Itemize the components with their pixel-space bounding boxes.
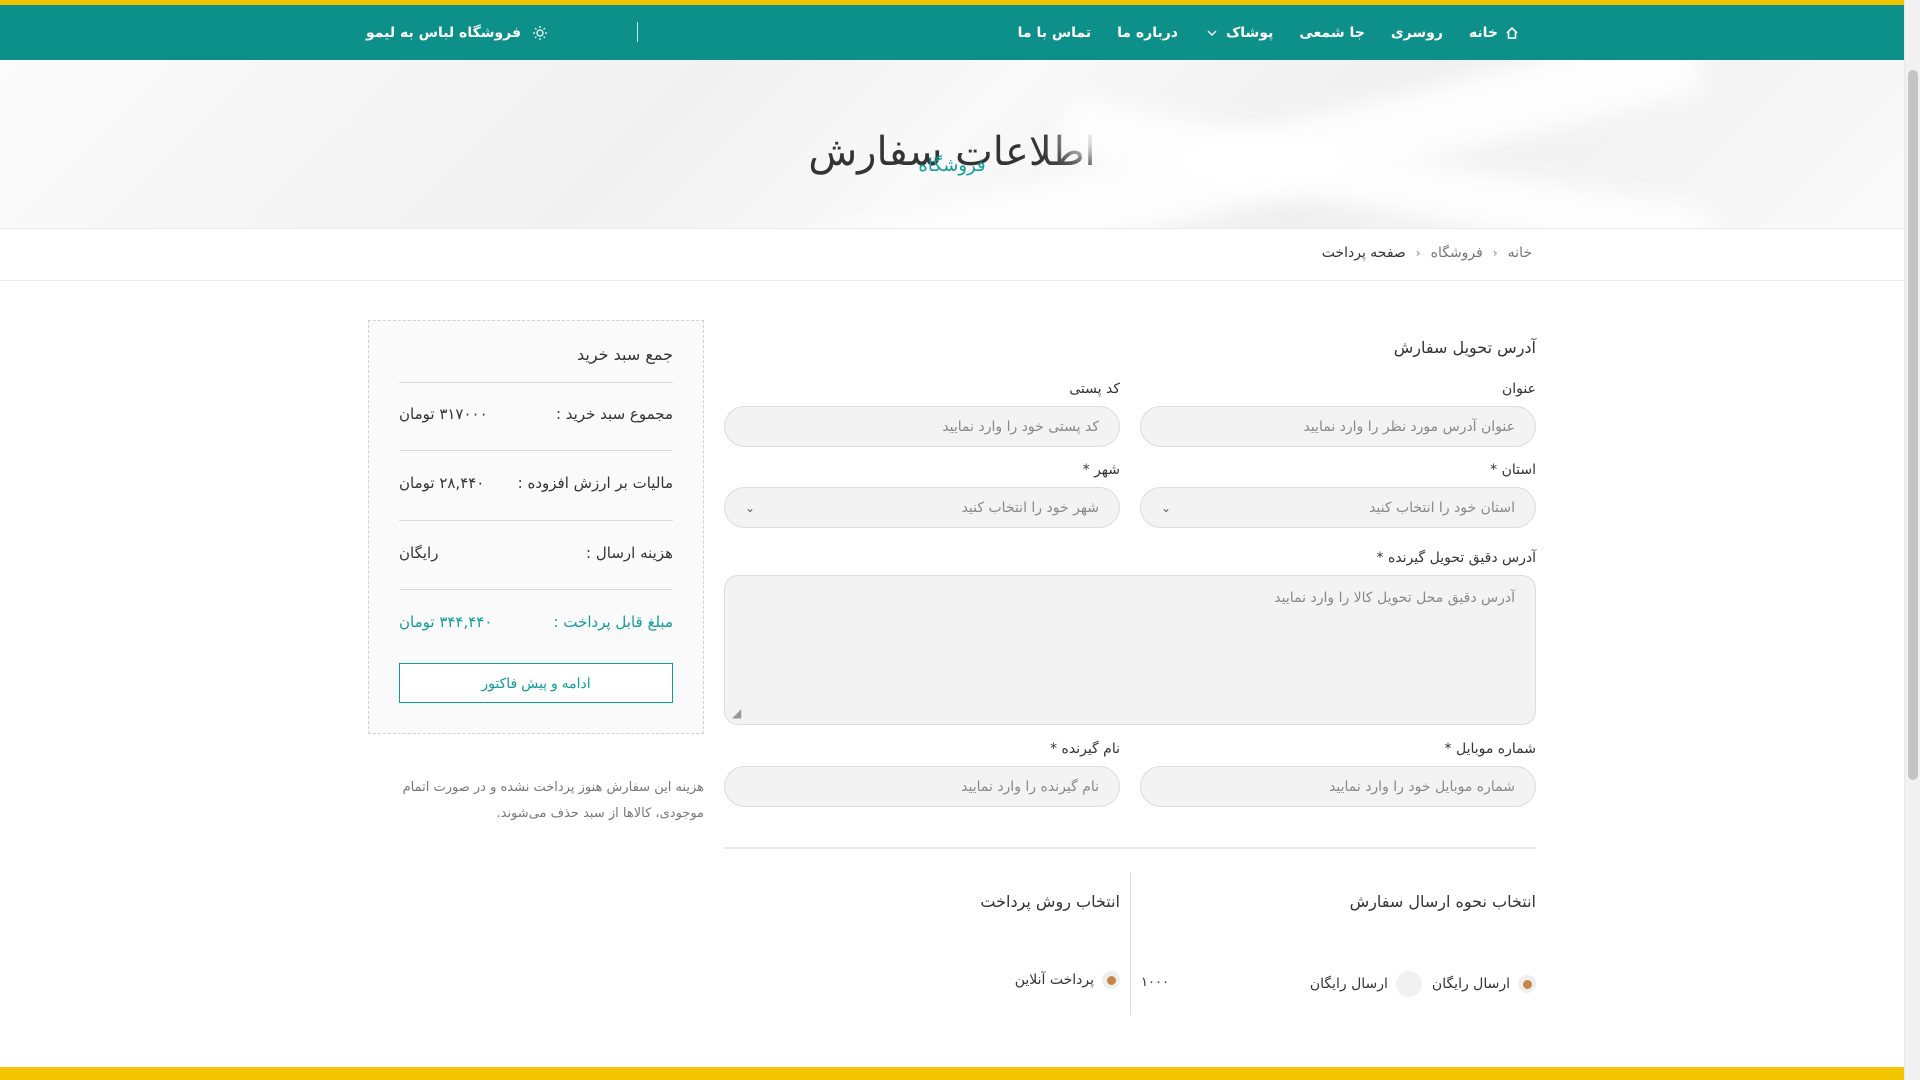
nav-scarf-link[interactable]: روسری bbox=[1391, 25, 1443, 41]
nav-scarf-label: روسری bbox=[1390, 24, 1443, 41]
sun-icon bbox=[531, 24, 549, 42]
free-shipping-option-selected[interactable]: ارسال رایگان ارسال رایگان bbox=[1310, 971, 1536, 997]
continue-invoice-button[interactable]: ادامه و پیش فاکتور bbox=[399, 663, 673, 703]
tax-label: مالیات بر ارزش افزوده : bbox=[517, 474, 673, 492]
postal-code-label: کد پستی bbox=[1069, 381, 1120, 397]
payable-amount-label: مبلغ قابل پرداخت : bbox=[553, 613, 673, 631]
mobile-number-label: شماره موبایل * bbox=[1444, 741, 1536, 757]
payable-amount-row: مبلغ قابل پرداخت : ۳۴۴,۴۴۰ تومان bbox=[399, 607, 673, 637]
nav-about-label: درباره ما bbox=[1117, 24, 1178, 41]
free-shipping-label: ارسال رایگان bbox=[1431, 976, 1510, 992]
top-navigation: خانه روسری جا شمعی پوشاک درباره ما تماس … bbox=[0, 5, 1904, 60]
city-label: شهر * bbox=[1082, 462, 1120, 478]
cart-total-label: مجموع سبد خرید : bbox=[555, 405, 673, 423]
page: خانه روسری جا شمعی پوشاک درباره ما تماس … bbox=[0, 0, 1920, 1080]
summary-divider bbox=[399, 520, 673, 521]
cart-total-row: مجموع سبد خرید : ۳۱۷۰۰۰ تومان bbox=[399, 399, 673, 429]
receiver-name-label: نام گیرنده * bbox=[1050, 741, 1120, 757]
mobile-number-input[interactable]: شماره موبایل خود را وارد نمایید bbox=[1140, 766, 1536, 807]
breadcrumb-current-page: صفحه پرداخت bbox=[1321, 245, 1406, 261]
exact-address-textarea[interactable]: آدرس دقیق محل تحویل کالا را وارد نمایید … bbox=[724, 575, 1536, 725]
chevron-down-icon bbox=[1204, 25, 1220, 41]
cart-summary-panel: جمع سبد خرید مجموع سبد خرید : ۳۱۷۰۰۰ توم… bbox=[368, 320, 704, 734]
nav-divider bbox=[637, 22, 638, 42]
nav-contact-label: تماس با ما bbox=[1017, 24, 1092, 41]
city-selected-value: شهر خود را انتخاب کنید bbox=[961, 499, 1099, 516]
exact-address-placeholder: آدرس دقیق محل تحویل کالا را وارد نمایید bbox=[1274, 590, 1515, 606]
cart-summary-title: جمع سبد خرید bbox=[576, 345, 673, 364]
page-subtitle: فروشگاه bbox=[918, 155, 986, 176]
shipping-method-title: انتخاب نحوه ارسال سفارش bbox=[1349, 892, 1536, 911]
summary-divider bbox=[399, 589, 673, 590]
cart-total-value: ۳۱۷۰۰۰ تومان bbox=[399, 405, 488, 423]
shipping-cost-value: رایگان bbox=[399, 544, 439, 562]
radio-dot bbox=[1522, 979, 1532, 989]
brand-link[interactable]: فروشگاه لباس به لیمو bbox=[366, 5, 549, 60]
navigation-container: خانه روسری جا شمعی پوشاک درباره ما تماس … bbox=[366, 5, 1520, 60]
shipping-cost-row: هزینه ارسال : رایگان bbox=[399, 538, 673, 568]
payment-method-title: انتخاب روش پرداخت bbox=[980, 892, 1120, 911]
nav-home-label: خانه bbox=[1468, 24, 1498, 41]
nav-candle-holder-label: جا شمعی bbox=[1299, 24, 1365, 41]
chevron-down-icon: ⌄ bbox=[1161, 500, 1172, 515]
online-payment-option[interactable]: پرداخت آنلاین bbox=[1015, 971, 1120, 989]
province-label: استان * bbox=[1490, 462, 1536, 478]
address-title-input[interactable]: عنوان آدرس مورد نظر را وارد نمایید bbox=[1140, 406, 1536, 447]
nav-candle-holder-link[interactable]: جا شمعی bbox=[1299, 25, 1364, 41]
order-note: هزینه این سفارش هنوز پرداخت نشده و در صو… bbox=[402, 780, 704, 821]
summary-divider bbox=[399, 450, 673, 451]
free-shipping-alt-label: ارسال رایگان bbox=[1309, 976, 1388, 992]
vertical-scrollbar[interactable] bbox=[1904, 0, 1920, 1080]
scrollbar-thumb[interactable] bbox=[1908, 70, 1918, 780]
nav-home-link[interactable]: خانه bbox=[1469, 25, 1520, 41]
address-title-label: عنوان bbox=[1502, 381, 1536, 397]
nav-clothing-dropdown[interactable]: پوشاک bbox=[1204, 25, 1273, 41]
resize-handle-icon[interactable]: ◢ bbox=[732, 706, 741, 720]
shipping-price: ۱۰۰۰ bbox=[1141, 975, 1169, 990]
nav-about-link[interactable]: درباره ما bbox=[1117, 25, 1178, 41]
shipping-payment-divider bbox=[1130, 872, 1131, 1015]
selected-radio-icon[interactable] bbox=[1518, 975, 1536, 993]
brand-name: فروشگاه لباس به لیمو bbox=[366, 24, 522, 41]
receiver-name-input[interactable]: نام گیرنده را وارد نمایید bbox=[724, 766, 1120, 807]
delivery-address-title: آدرس تحویل سفارش bbox=[1393, 338, 1536, 357]
city-select[interactable]: ⌄ شهر خود را انتخاب کنید bbox=[724, 487, 1120, 528]
exact-address-label: آدرس دقیق تحویل گیرنده * bbox=[1376, 550, 1536, 566]
tax-value: ۲۸,۴۴۰ تومان bbox=[399, 474, 485, 492]
breadcrumb-bar: خانه ‹ فروشگاه ‹ صفحه پرداخت bbox=[0, 229, 1904, 281]
breadcrumb: خانه ‹ فروشگاه ‹ صفحه پرداخت bbox=[1322, 245, 1532, 261]
payable-amount-value: ۳۴۴,۴۴۰ تومان bbox=[399, 613, 493, 631]
radio-dot bbox=[1106, 975, 1116, 985]
home-icon bbox=[1504, 25, 1520, 41]
breadcrumb-shop-link[interactable]: فروشگاه bbox=[1431, 245, 1483, 261]
checkout-form: آدرس تحویل سفارش عنوان عنوان آدرس مورد ن… bbox=[724, 320, 1536, 1040]
province-select[interactable]: ⌄ استان خود را انتخاب کنید bbox=[1140, 487, 1536, 528]
form-section-divider bbox=[724, 847, 1536, 849]
bottom-accent-strip bbox=[0, 1067, 1904, 1080]
breadcrumb-home-link[interactable]: خانه bbox=[1508, 245, 1532, 261]
nav-clothing-label: پوشاک bbox=[1225, 24, 1274, 41]
postal-code-input[interactable]: کد پستی خود را وارد نمایید bbox=[724, 406, 1120, 447]
breadcrumb-separator-icon: ‹ bbox=[1492, 246, 1498, 260]
shipping-cost-label: هزینه ارسال : bbox=[586, 544, 673, 562]
selected-radio-icon[interactable] bbox=[1102, 971, 1120, 989]
free-shipping-alt-radio[interactable] bbox=[1395, 971, 1422, 997]
breadcrumb-separator-icon: ‹ bbox=[1415, 246, 1421, 260]
chevron-down-icon: ⌄ bbox=[745, 500, 756, 515]
summary-divider bbox=[399, 382, 673, 383]
tax-row: مالیات بر ارزش افزوده : ۲۸,۴۴۰ تومان bbox=[399, 468, 673, 498]
province-selected-value: استان خود را انتخاب کنید bbox=[1369, 499, 1515, 516]
page-banner: اطلاعات سفارش فروشگاه bbox=[0, 60, 1904, 229]
online-payment-label: پرداخت آنلاین bbox=[1014, 972, 1094, 988]
nav-contact-link[interactable]: تماس با ما bbox=[1018, 25, 1091, 41]
